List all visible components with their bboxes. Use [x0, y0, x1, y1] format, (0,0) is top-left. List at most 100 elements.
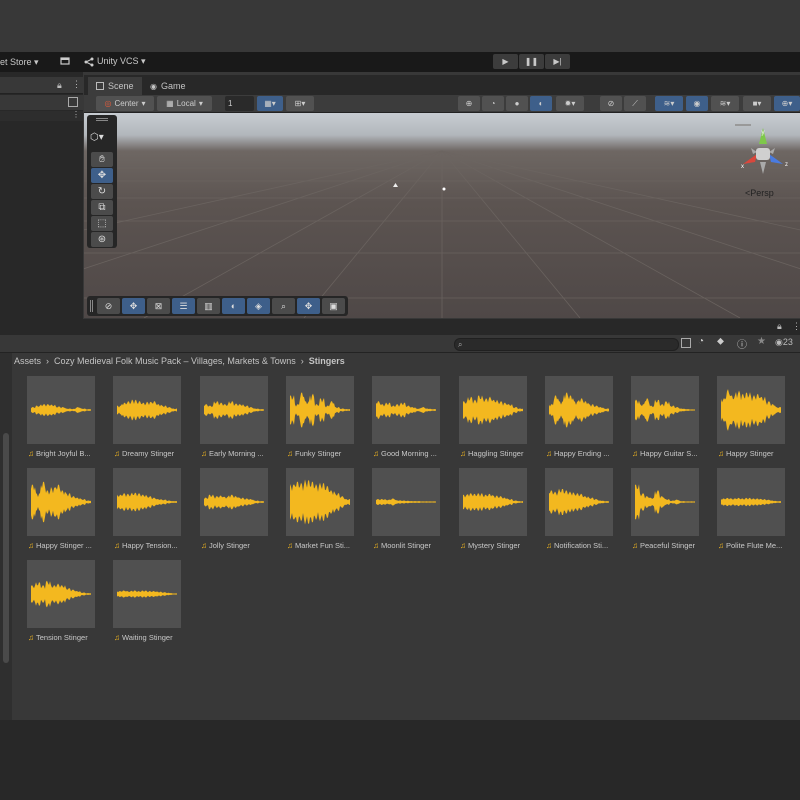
- asset-item[interactable]: ♫ Bright Joyful B...: [24, 376, 106, 466]
- warning-filter-icon[interactable]: ⓘ: [737, 336, 747, 351]
- waveform-thumbnail: [27, 468, 95, 536]
- move-tool[interactable]: ✥: [91, 168, 113, 183]
- asset-item[interactable]: ♫ Happy Ending ...: [542, 376, 624, 466]
- drag-handle[interactable]: [96, 118, 108, 121]
- render-mode-button[interactable]: ✹▾: [556, 96, 584, 111]
- rect-tool[interactable]: ⬚: [91, 216, 113, 231]
- asset-item[interactable]: ♫ Market Fun Sti...: [283, 468, 365, 558]
- audio-clip-icon: ♫: [201, 541, 207, 550]
- camera-button[interactable]: ▣: [322, 298, 345, 314]
- space-dropdown[interactable]: ▦ Local ▾: [157, 96, 212, 111]
- tool-context-dropdown[interactable]: ⬡▾: [90, 132, 104, 143]
- folder-tree-scrollbar[interactable]: [3, 433, 9, 663]
- hand-tool[interactable]: ✋︎: [91, 152, 113, 167]
- asset-store-menu[interactable]: et Store ▾: [0, 57, 39, 68]
- tab-game-label: Game: [160, 81, 186, 91]
- lock-icon[interactable]: 🔒︎: [57, 80, 62, 91]
- asset-item[interactable]: ♫ Moonlit Stinger: [369, 468, 451, 558]
- package-icon[interactable]: [60, 56, 70, 66]
- rotate-tool[interactable]: ↻: [91, 184, 113, 199]
- pivot-dropdown[interactable]: ◎ Center ▾: [96, 96, 154, 111]
- pause-button[interactable]: ❚❚: [519, 54, 544, 69]
- play-button[interactable]: ▶: [493, 54, 518, 69]
- project-search-input[interactable]: ⌕: [454, 338, 679, 351]
- asset-item[interactable]: ♫ Mystery Stinger: [456, 468, 538, 558]
- tab-scene[interactable]: Scene: [88, 77, 142, 95]
- hidden-packages-toggle[interactable]: ◉23: [775, 337, 793, 348]
- move-snap-button[interactable]: ✥: [122, 298, 145, 314]
- more-options-icon[interactable]: ⋮: [792, 321, 800, 332]
- breadcrumb-assets[interactable]: Assets: [14, 356, 41, 366]
- asset-item[interactable]: ♫ Dreamy Stinger: [110, 376, 192, 466]
- hierarchy-header: 🔒︎ ⋮: [0, 77, 83, 94]
- lighting-button[interactable]: ◐: [222, 298, 245, 314]
- asset-item[interactable]: ♫ Tension Stinger: [24, 560, 106, 650]
- lock-icon[interactable]: 🔒︎: [777, 321, 782, 332]
- asset-item[interactable]: ♫ Early Morning ...: [197, 376, 279, 466]
- audio-clip-icon: ♫: [718, 449, 724, 458]
- effects-button[interactable]: ≋▾: [655, 96, 683, 111]
- shading-shaded-wireframe-button[interactable]: ◔: [482, 96, 504, 111]
- camera-settings-dropdown[interactable]: ■▾: [743, 96, 771, 111]
- asset-item[interactable]: ♫ Waiting Stinger: [110, 560, 192, 650]
- filter-by-type-icon[interactable]: ◔: [698, 336, 704, 347]
- layers-dropdown[interactable]: ≋▾: [711, 96, 739, 111]
- audio-clip-icon: ♫: [718, 541, 724, 550]
- breadcrumb-pack[interactable]: Cozy Medieval Folk Music Pack – Villages…: [54, 356, 296, 366]
- orientation-gizmo[interactable]: y x z: [735, 124, 791, 180]
- shading-lit-button[interactable]: ◐: [530, 96, 552, 111]
- asset-item[interactable]: ♫ Happy Guitar S...: [628, 376, 710, 466]
- 2d-toggle-button[interactable]: ⊘: [600, 96, 622, 111]
- transform-tool[interactable]: ⊛: [91, 232, 113, 247]
- asset-item[interactable]: ♫ Notification Sti...: [542, 468, 624, 558]
- asset-item[interactable]: ♫ Polite Flute Me...: [714, 468, 796, 558]
- asset-label: Tension Stinger: [36, 633, 88, 642]
- scale-tool[interactable]: ⧉: [91, 200, 113, 215]
- pivot-label: Center: [114, 99, 139, 108]
- scene-viewport[interactable]: [84, 113, 800, 318]
- audio-clip-icon: ♫: [546, 449, 552, 458]
- search-in-folder-icon[interactable]: [681, 338, 691, 348]
- search-button[interactable]: ⌕: [272, 298, 295, 314]
- snap-grid-button[interactable]: ▦▾: [257, 96, 283, 111]
- asset-item[interactable]: ♫ Happy Stinger ...: [24, 468, 106, 558]
- tile-palette-button[interactable]: ⊠: [147, 298, 170, 314]
- sliders-button[interactable]: ☰: [172, 298, 195, 314]
- asset-item[interactable]: ♫ Haggling Stinger: [456, 376, 538, 466]
- gizmos-dropdown[interactable]: ⊕▾: [774, 96, 800, 111]
- grid-stripes-button[interactable]: ▥: [197, 298, 220, 314]
- shading-shaded-button[interactable]: ●: [506, 96, 528, 111]
- grid-snap-input[interactable]: 1: [225, 96, 254, 111]
- projection-toggle[interactable]: <Persp: [745, 188, 774, 198]
- grid-visibility-button[interactable]: ⊞▾: [286, 96, 314, 111]
- waveform-thumbnail: [631, 376, 699, 444]
- step-button[interactable]: ▶|: [545, 54, 570, 69]
- asset-item[interactable]: ♫ Peaceful Stinger: [628, 468, 710, 558]
- search-toggle-icon[interactable]: [68, 97, 78, 107]
- play-controls: ▶ ❚❚ ▶|: [493, 54, 570, 69]
- more-options-icon[interactable]: ⋮: [72, 79, 81, 90]
- pivot-move-button[interactable]: ✥: [297, 298, 320, 314]
- breadcrumb-stingers[interactable]: Stingers: [309, 356, 345, 366]
- asset-label-row: ♫ Mystery Stinger: [460, 540, 542, 551]
- vcs-icon: [84, 57, 94, 66]
- asset-item[interactable]: ♫ Good Morning ...: [369, 376, 451, 466]
- compass-button[interactable]: ⊘: [97, 298, 120, 314]
- layers-button[interactable]: ◈: [247, 298, 270, 314]
- asset-item[interactable]: ♫ Happy Stinger: [714, 376, 796, 466]
- asset-label: Dreamy Stinger: [122, 449, 175, 458]
- asset-item[interactable]: ♫ Jolly Stinger: [197, 468, 279, 558]
- asset-item[interactable]: ♫ Funky Stinger: [283, 376, 365, 466]
- filter-by-label-icon[interactable]: ⬥: [717, 336, 724, 347]
- scene-more-icon[interactable]: ⋮: [72, 110, 80, 119]
- lighting-toggle-button[interactable]: ⟋: [624, 96, 646, 111]
- chevron-down-icon: ▾: [141, 99, 146, 108]
- scene-visibility-button[interactable]: ◉: [686, 96, 708, 111]
- tab-game[interactable]: ◉ Game: [142, 77, 194, 95]
- shading-wireframe-button[interactable]: ⊕: [458, 96, 480, 111]
- drag-handle[interactable]: [90, 300, 93, 312]
- hierarchy-scene-row[interactable]: ⋮: [0, 110, 83, 121]
- unity-vcs-menu[interactable]: Unity VCS ▾: [84, 56, 146, 67]
- asset-item[interactable]: ♫ Happy Tension...: [110, 468, 192, 558]
- favorite-star-icon[interactable]: ★: [757, 336, 766, 347]
